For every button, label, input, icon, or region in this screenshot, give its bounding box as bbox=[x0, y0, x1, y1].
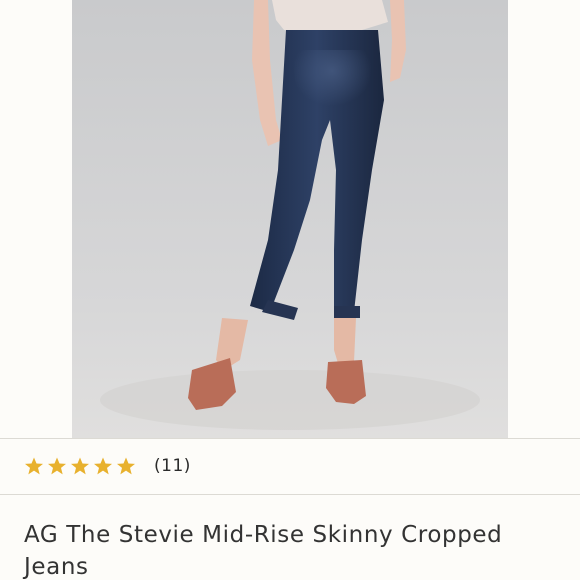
product-photo-illustration bbox=[72, 0, 508, 438]
star-icon bbox=[25, 457, 43, 475]
product-title: AG The Stevie Mid-Rise Skinny Cropped Je… bbox=[24, 522, 503, 580]
star-rating bbox=[24, 456, 139, 476]
product-image-area bbox=[0, 0, 580, 438]
product-page: (11) AG The Stevie Mid-Rise Skinny Cropp… bbox=[0, 0, 580, 580]
star-icon bbox=[117, 457, 135, 475]
star-icon bbox=[48, 457, 66, 475]
divider-top bbox=[0, 438, 580, 439]
rating-row[interactable]: (11) bbox=[24, 452, 191, 480]
product-photo[interactable] bbox=[72, 0, 508, 438]
review-count-link[interactable]: (11) bbox=[154, 456, 191, 476]
star-icon bbox=[94, 457, 112, 475]
divider-bottom bbox=[0, 494, 580, 495]
star-icon bbox=[71, 457, 89, 475]
